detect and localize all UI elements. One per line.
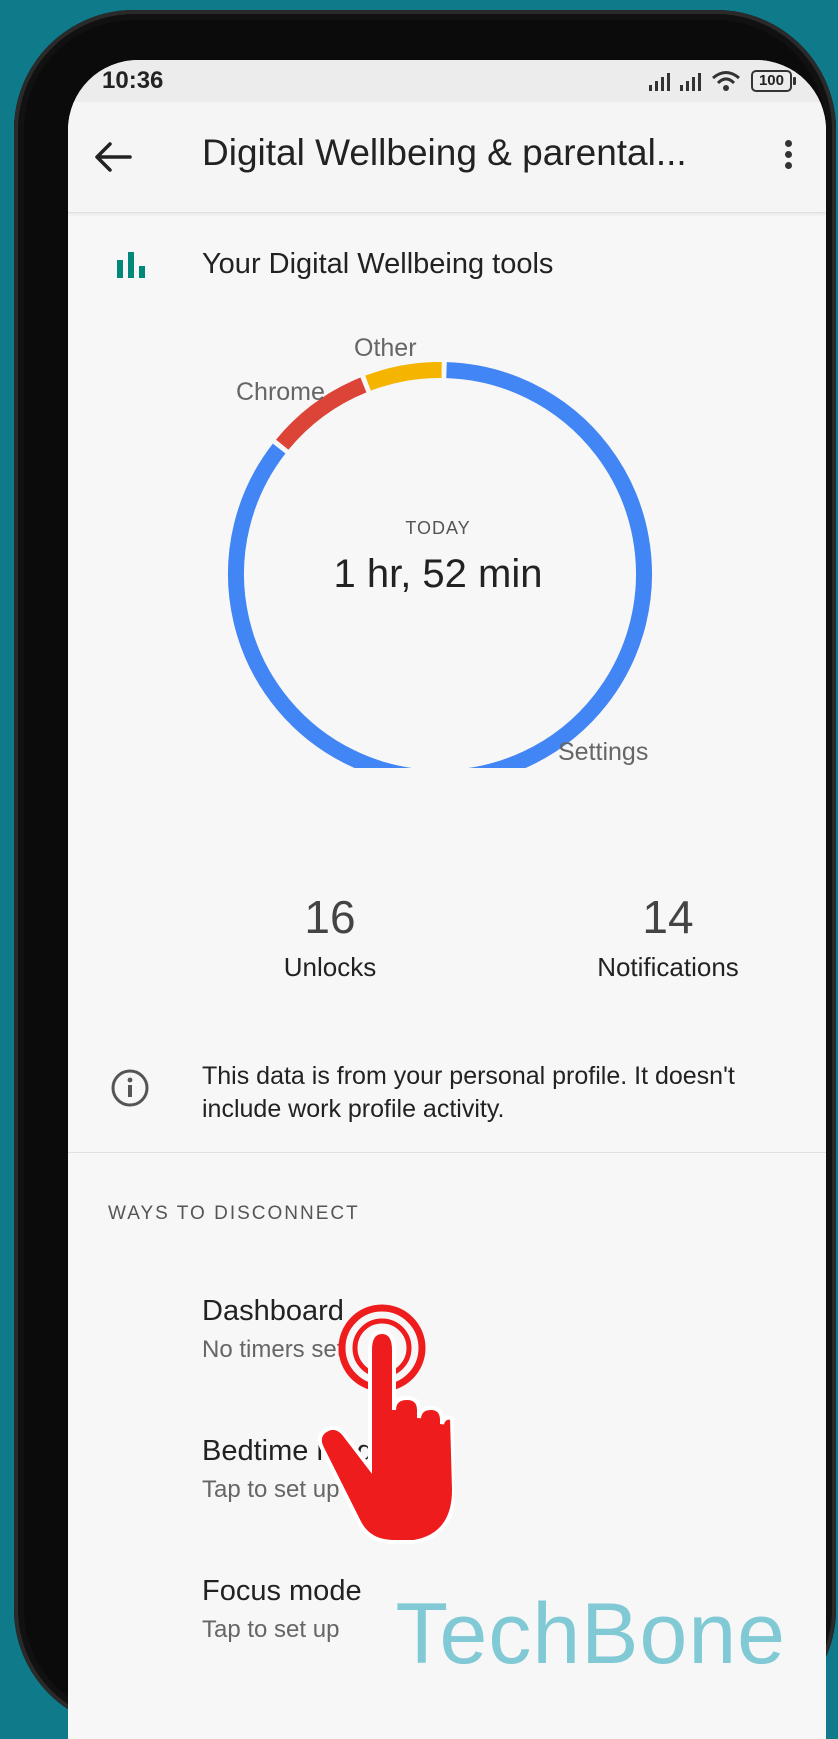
usage-donut-chart[interactable]: Chrome Other Settings TODAY 1 hr, 52 min	[218, 334, 658, 768]
list-item-title: Bedtime mode	[202, 1435, 389, 1467]
segment-label-other: Other	[354, 334, 417, 362]
divider	[68, 1152, 826, 1153]
list-item-subtitle: Tap to set up	[202, 1476, 340, 1503]
profile-info-row: This data is from your personal profile.…	[68, 1060, 826, 1150]
segment-label-settings: Settings	[558, 738, 649, 766]
status-bar: 10:36 100	[68, 60, 826, 102]
donut-segment-other	[365, 362, 442, 391]
info-text: This data is from your personal profile.…	[202, 1062, 735, 1123]
total-screen-time: 1 hr, 52 min	[333, 552, 543, 596]
unlocks-stat[interactable]: 16 Unlocks	[210, 890, 450, 983]
notifications-stat[interactable]: 14 Notifications	[548, 890, 788, 983]
status-time: 10:36	[102, 67, 164, 94]
status-icons: 100	[648, 70, 797, 92]
today-caption: TODAY	[405, 518, 471, 538]
list-item-subtitle: No timers set	[202, 1336, 344, 1363]
segment-label-chrome: Chrome	[236, 378, 325, 406]
signal-icon-2	[679, 71, 701, 91]
tap-hand-icon	[317, 1304, 454, 1544]
section-heading: WAYS TO DISCONNECT	[108, 1203, 360, 1224]
digital-wellbeing-tools-item[interactable]: Your Digital Wellbeing tools	[68, 230, 826, 294]
more-vert-icon[interactable]	[778, 136, 798, 178]
tools-label: Your Digital Wellbeing tools	[202, 248, 554, 280]
list-item-dashboard[interactable]: Dashboard No timers set	[202, 1295, 762, 1385]
signal-icon	[648, 71, 670, 91]
list-item-title: Dashboard	[202, 1295, 344, 1327]
page-title: Digital Wellbeing & parental...	[202, 132, 687, 173]
notifications-label: Notifications	[597, 952, 739, 982]
list-item-bedtime-mode[interactable]: Bedtime mode Tap to set up	[202, 1435, 762, 1525]
notifications-count: 14	[642, 891, 694, 943]
app-bar: Digital Wellbeing & parental...	[68, 102, 826, 213]
wifi-icon	[712, 71, 740, 91]
arrow-back-icon[interactable]	[92, 136, 134, 178]
info-icon	[111, 1069, 149, 1107]
unlocks-count: 16	[304, 891, 356, 943]
phone-frame: 10:36 100 Digital Wellbeing & parental..…	[14, 10, 836, 1739]
battery-icon: 100	[750, 70, 797, 92]
watermark-logo: TechBone	[395, 1586, 786, 1682]
unlocks-label: Unlocks	[283, 952, 377, 982]
bar-chart-icon	[117, 252, 145, 278]
screen: 10:36 100 Digital Wellbeing & parental..…	[68, 60, 826, 1739]
